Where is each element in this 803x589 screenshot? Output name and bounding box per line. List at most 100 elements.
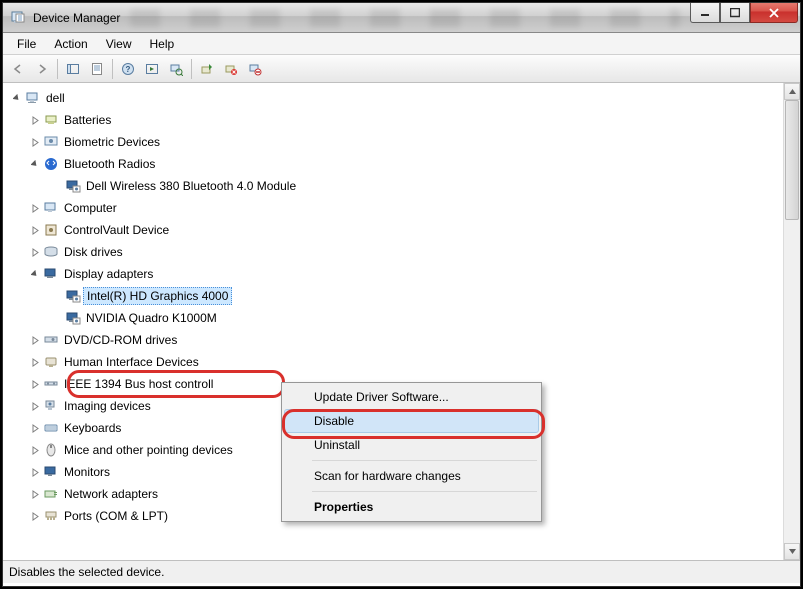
tree-category[interactable]: DVD/CD-ROM drives	[7, 329, 783, 351]
vertical-scrollbar[interactable]	[783, 83, 800, 560]
tree-device[interactable]: Dell Wireless 380 Bluetooth 4.0 Module	[7, 175, 783, 197]
toolbar-show-hide-button[interactable]	[62, 58, 84, 80]
category-icon	[43, 200, 59, 216]
toolbar-forward-button[interactable]	[31, 58, 53, 80]
toolbar: ?	[3, 55, 800, 83]
menubar: File Action View Help	[3, 33, 800, 55]
app-icon	[11, 10, 27, 26]
tree-category[interactable]: Display adapters	[7, 263, 783, 285]
tree-device-label: Dell Wireless 380 Bluetooth 4.0 Module	[83, 178, 299, 194]
expand-arrow-icon[interactable]	[29, 422, 41, 434]
titlebar-blur	[130, 9, 680, 27]
expand-arrow-icon[interactable]	[29, 356, 41, 368]
tree-root-label: dell	[43, 90, 68, 106]
tree-category[interactable]: Biometric Devices	[7, 131, 783, 153]
collapse-arrow-icon[interactable]	[11, 92, 23, 104]
context-menu-item[interactable]: Uninstall	[284, 433, 539, 457]
context-menu-separator	[312, 491, 537, 492]
expand-arrow-icon[interactable]	[29, 202, 41, 214]
context-menu-item[interactable]: Disable	[284, 409, 539, 433]
tree-category[interactable]: Bluetooth Radios	[7, 153, 783, 175]
category-icon	[43, 112, 59, 128]
context-menu-item[interactable]: Update Driver Software...	[284, 385, 539, 409]
expand-arrow-icon[interactable]	[29, 510, 41, 522]
toolbar-help-button[interactable]: ?	[117, 58, 139, 80]
toolbar-action-button[interactable]	[141, 58, 163, 80]
context-menu-separator	[312, 460, 537, 461]
minimize-button[interactable]	[690, 3, 720, 23]
expand-arrow-icon[interactable]	[29, 334, 41, 346]
expand-arrow-icon[interactable]	[29, 444, 41, 456]
expand-arrow-icon[interactable]	[29, 114, 41, 126]
category-icon	[43, 376, 59, 392]
toolbar-update-driver-button[interactable]	[196, 58, 218, 80]
tree-category-label: Batteries	[61, 112, 114, 128]
close-button[interactable]	[750, 3, 798, 23]
category-icon	[43, 134, 59, 150]
tree-device-label: NVIDIA Quadro K1000M	[83, 310, 220, 326]
scroll-track[interactable]	[784, 100, 800, 543]
toolbar-separator	[191, 59, 192, 79]
category-icon	[43, 244, 59, 260]
statusbar: Disables the selected device.	[3, 561, 800, 583]
expand-arrow-icon[interactable]	[29, 488, 41, 500]
tree-category[interactable]: Disk drives	[7, 241, 783, 263]
titlebar[interactable]: Device Manager	[3, 3, 800, 33]
collapse-arrow-icon[interactable]	[29, 268, 41, 280]
menu-file[interactable]: File	[9, 35, 44, 53]
toolbar-uninstall-button[interactable]	[220, 58, 242, 80]
tree-category[interactable]: Computer	[7, 197, 783, 219]
tree-category[interactable]: Batteries	[7, 109, 783, 131]
scroll-down-button[interactable]	[784, 543, 800, 560]
tree-device[interactable]: Intel(R) HD Graphics 4000	[7, 285, 783, 307]
expand-arrow-icon[interactable]	[29, 466, 41, 478]
category-icon	[43, 332, 59, 348]
menu-help[interactable]: Help	[142, 35, 183, 53]
toolbar-back-button[interactable]	[7, 58, 29, 80]
tree-category-label: Human Interface Devices	[61, 354, 202, 370]
tree-category-label: Display adapters	[61, 266, 156, 282]
tree-category[interactable]: ControlVault Device	[7, 219, 783, 241]
tree-category-label: ControlVault Device	[61, 222, 172, 238]
category-icon	[43, 156, 59, 172]
tree-category-label: Mice and other pointing devices	[61, 442, 236, 458]
toolbar-separator	[57, 59, 58, 79]
category-icon	[43, 486, 59, 502]
context-menu-item[interactable]: Scan for hardware changes	[284, 464, 539, 488]
tree-root[interactable]: dell	[7, 87, 783, 109]
scroll-up-button[interactable]	[784, 83, 800, 100]
category-icon	[43, 464, 59, 480]
category-icon	[43, 222, 59, 238]
toolbar-scan-button[interactable]	[165, 58, 187, 80]
tree-device-label: Intel(R) HD Graphics 4000	[83, 287, 232, 305]
expand-arrow-icon[interactable]	[29, 246, 41, 258]
tree-device[interactable]: NVIDIA Quadro K1000M	[7, 307, 783, 329]
category-icon	[43, 508, 59, 524]
maximize-button[interactable]	[720, 3, 750, 23]
context-menu-item[interactable]: Properties	[284, 495, 539, 519]
window-title: Device Manager	[33, 11, 120, 25]
menu-action[interactable]: Action	[46, 35, 95, 53]
toolbar-separator	[112, 59, 113, 79]
tree-category-label: Network adapters	[61, 486, 161, 502]
expand-arrow-icon[interactable]	[29, 136, 41, 148]
category-icon	[43, 442, 59, 458]
tree-category-label: DVD/CD-ROM drives	[61, 332, 180, 348]
tree-category[interactable]: Human Interface Devices	[7, 351, 783, 373]
toolbar-disable-button[interactable]	[244, 58, 266, 80]
menu-view[interactable]: View	[98, 35, 140, 53]
window-buttons	[690, 3, 798, 32]
device-icon	[65, 288, 81, 304]
tree-category-label: Monitors	[61, 464, 113, 480]
collapse-arrow-icon[interactable]	[29, 158, 41, 170]
category-icon	[43, 398, 59, 414]
expand-arrow-icon[interactable]	[29, 224, 41, 236]
tree-category-label: Computer	[61, 200, 120, 216]
scroll-thumb[interactable]	[785, 100, 799, 220]
toolbar-properties-button[interactable]	[86, 58, 108, 80]
tree-category-label: Ports (COM & LPT)	[61, 508, 171, 524]
expand-arrow-icon[interactable]	[29, 378, 41, 390]
statusbar-text: Disables the selected device.	[9, 565, 164, 579]
tree-category-label: Disk drives	[61, 244, 126, 260]
expand-arrow-icon[interactable]	[29, 400, 41, 412]
